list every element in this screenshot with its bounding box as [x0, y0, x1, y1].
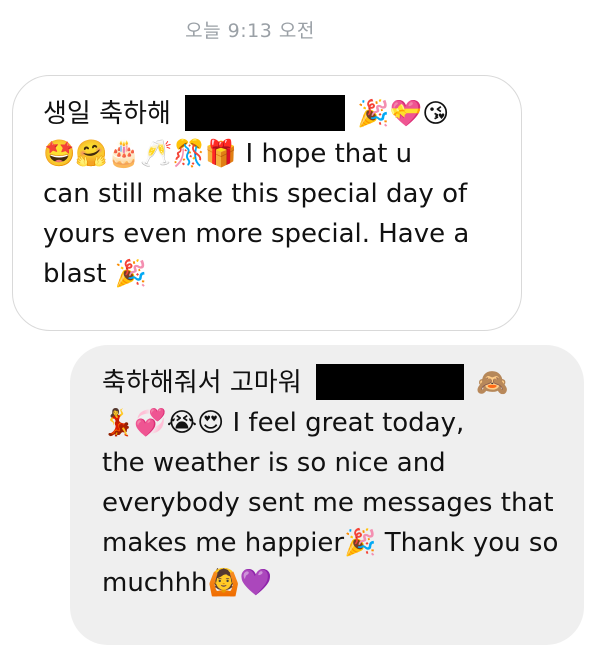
emoji-group: 🤩🤗🎂🥂🎊🎁: [43, 139, 238, 169]
emoji-group: 🎉: [344, 528, 377, 558]
message-text: makes me happier: [102, 528, 345, 558]
message-line: 축하해줘서 고마워 🙈: [102, 363, 562, 403]
message-text: Thank you so: [376, 528, 559, 558]
message-line: makes me happier🎉 Thank you so: [102, 523, 562, 563]
sent-message-bubble[interactable]: 축하해줘서 고마워 🙈 💃💞😭😍 I feel great today, the…: [70, 345, 584, 645]
message-text: muchhh: [102, 568, 208, 598]
message-line: yours even more special. Have a: [43, 219, 470, 249]
emoji-group: 🙆💜: [207, 568, 273, 598]
message-timestamp: 오늘 9:13 오전: [185, 20, 315, 42]
message-text: I hope that u: [237, 139, 413, 169]
message-text: I feel great today,: [224, 408, 465, 438]
emoji-group: 🙈: [476, 368, 509, 398]
redacted-name: [185, 95, 346, 131]
message-line: can still make this special day of: [43, 179, 468, 209]
message-line: 💃💞😭😍 I feel great today,: [102, 403, 562, 443]
message-text: 축하해줘서 고마워: [102, 368, 302, 398]
message-line: blast 🎉: [43, 254, 495, 294]
redacted-name: [315, 364, 464, 400]
emoji-group: 💃💞😭😍: [102, 408, 225, 438]
message-text: blast: [43, 259, 115, 289]
received-message-bubble[interactable]: 생일 축하해 🎉💝😘 🤩🤗🎂🥂🎊🎁 I hope that u can stil…: [12, 75, 522, 331]
message-line: everybody sent me messages that: [102, 488, 554, 518]
message-line: the weather is so nice and: [102, 448, 446, 478]
message-line: 생일 축하해 🎉💝😘: [43, 94, 495, 134]
chat-screen: 오늘 9:13 오전 생일 축하해 🎉💝😘 🤩🤗🎂🥂🎊🎁 I hope that…: [0, 0, 610, 658]
emoji-group: 🎉💝😘: [357, 99, 450, 129]
message-line: muchhh🙆💜: [102, 563, 562, 603]
emoji-group: 🎉: [114, 259, 148, 289]
message-text: 생일 축하해: [43, 99, 171, 129]
message-line: 🤩🤗🎂🥂🎊🎁 I hope that u: [43, 134, 495, 174]
